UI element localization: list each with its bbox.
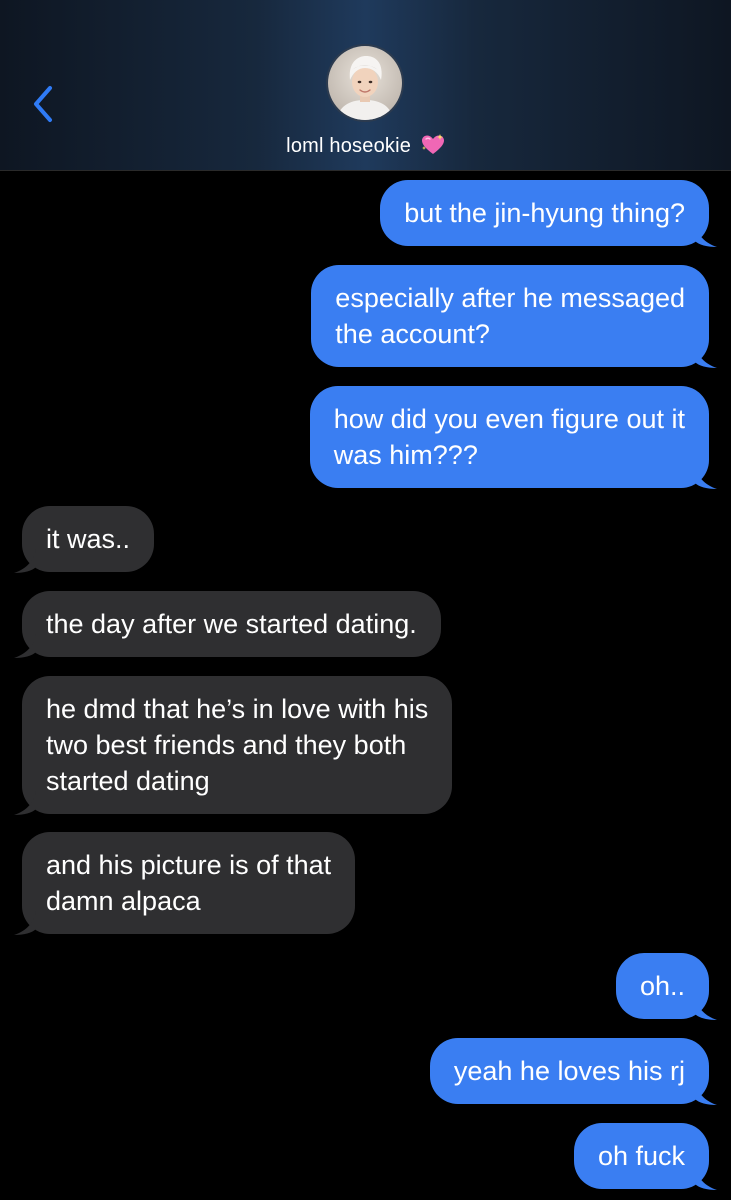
message-text: the day after we started dating. bbox=[46, 609, 417, 639]
sent-message-bubble[interactable]: especially after he messaged the account… bbox=[311, 265, 717, 368]
message-text: how did you even figure out it was him??… bbox=[333, 404, 685, 470]
message-text: especially after he messaged the account… bbox=[335, 283, 685, 349]
message-text: he dmd that he’s in love with his two be… bbox=[46, 694, 429, 796]
bubble-tail bbox=[14, 791, 36, 815]
bubble-tail bbox=[695, 465, 717, 489]
sent-message-bubble[interactable]: how did you even figure out it was him??… bbox=[309, 386, 717, 489]
bubble-tail bbox=[14, 911, 36, 935]
sparkling-heart-icon bbox=[421, 134, 445, 162]
contact-name-label: loml hoseokie bbox=[286, 135, 412, 157]
bubble-tail bbox=[695, 344, 717, 368]
bubble-tail bbox=[695, 223, 717, 247]
avatar[interactable] bbox=[326, 44, 404, 122]
received-message-bubble[interactable]: the day after we started dating. bbox=[14, 591, 441, 658]
bubble-tail bbox=[695, 996, 717, 1020]
bubble-tail bbox=[695, 1081, 717, 1105]
contact-name[interactable]: loml hoseokie bbox=[0, 134, 731, 162]
bubble-tail bbox=[14, 549, 36, 573]
received-message-bubble[interactable]: and his picture is of that damn alpaca bbox=[14, 832, 356, 935]
chevron-left-icon bbox=[34, 86, 52, 122]
message-text: but the jin-hyung thing? bbox=[404, 198, 685, 228]
bubble-tail bbox=[695, 1166, 717, 1190]
conversation-header: loml hoseokie bbox=[0, 0, 731, 171]
received-message-bubble[interactable]: he dmd that he’s in love with his two be… bbox=[14, 676, 453, 815]
sent-message-bubble[interactable]: but the jin-hyung thing? bbox=[380, 180, 717, 247]
message-text: oh.. bbox=[639, 971, 685, 1001]
bubble-tail bbox=[14, 634, 36, 658]
message-text: and his picture is of that damn alpaca bbox=[46, 850, 332, 916]
sent-message-bubble[interactable]: yeah he loves his rj bbox=[429, 1038, 717, 1105]
back-button[interactable] bbox=[28, 82, 58, 126]
sent-message-bubble[interactable]: oh fuck bbox=[573, 1123, 717, 1190]
sent-message-bubble[interactable]: oh.. bbox=[615, 953, 717, 1020]
message-text: oh fuck bbox=[597, 1141, 685, 1171]
message-text: it was.. bbox=[46, 524, 131, 554]
avatar-photo bbox=[328, 46, 402, 120]
message-text: yeah he loves his rj bbox=[453, 1056, 685, 1086]
received-message-bubble[interactable]: it was.. bbox=[14, 506, 155, 573]
